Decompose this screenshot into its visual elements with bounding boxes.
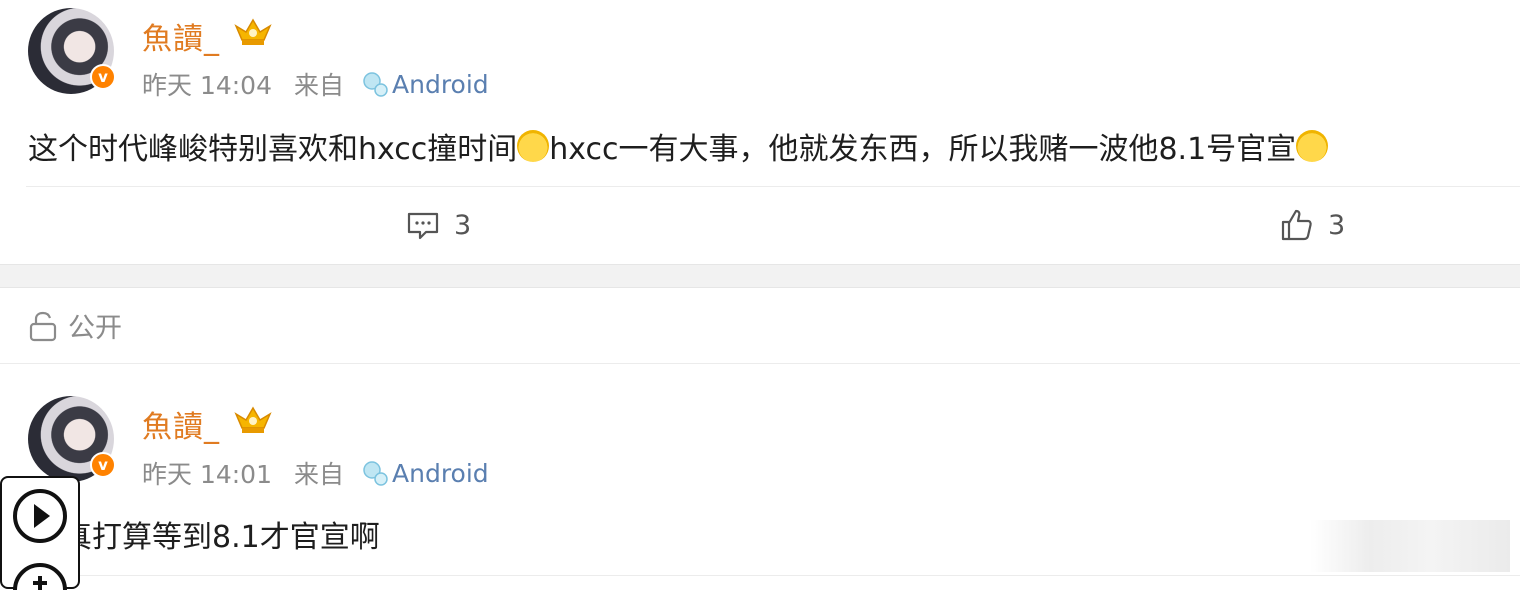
post-time: 昨天 14:01 (142, 460, 272, 489)
device-link[interactable]: Android (360, 458, 489, 488)
device-link[interactable]: Android (360, 69, 489, 99)
post-time: 昨天 14:04 (142, 71, 272, 100)
laughing-tears-emoji (517, 130, 550, 162)
device-name: Android (392, 69, 489, 99)
username[interactable]: 魚讀_ (142, 402, 220, 446)
floating-controls (0, 476, 80, 590)
privacy-indicator: 公开 (28, 306, 122, 345)
content-text: 真打算等到8.1才官宣啊 (62, 520, 380, 555)
verified-badge: v (90, 452, 116, 478)
divider (80, 575, 1520, 576)
post-2: v 魚讀_ 昨天 14:01 来自 Android 真打算等到8.1才官宣啊 (0, 364, 1520, 589)
post-content: 这个时代峰峻特别喜欢和hxcc撞时间 hxcc一有大事，他就发东西，所以我赌一波… (28, 124, 1329, 168)
content-text-1: 这个时代峰峻特别喜欢和hxcc撞时间 (28, 132, 518, 167)
like-icon (1281, 209, 1312, 241)
crown-icon (234, 406, 272, 433)
bubble-icon (363, 72, 388, 97)
device-name: Android (392, 458, 489, 488)
comment-count: 3 (454, 210, 472, 241)
verified-badge: v (90, 64, 116, 90)
source-prefix: 来自 (294, 460, 345, 489)
like-button[interactable]: 3 (1280, 208, 1345, 242)
play-icon[interactable] (10, 486, 70, 546)
post-meta: 昨天 14:01 来自 Android (142, 455, 489, 491)
blurred-area (1310, 520, 1510, 572)
divider (26, 186, 1520, 187)
content-text-2: hxcc一有大事，他就发东西，所以我赌一波他8.1号官宣 (549, 132, 1297, 167)
privacy-label: 公开 (68, 313, 122, 344)
comment-icon (407, 212, 439, 239)
crown-icon (234, 18, 272, 45)
like-count: 3 (1328, 209, 1346, 241)
avatar[interactable]: v (28, 396, 116, 482)
comment-button[interactable]: 3 (406, 210, 471, 241)
crying-emoji (1296, 130, 1329, 162)
username[interactable]: 魚讀_ (142, 14, 220, 58)
section-separator (0, 264, 1520, 288)
avatar[interactable]: v (28, 8, 116, 94)
post-content: 真打算等到8.1才官宣啊 (62, 512, 380, 556)
source-prefix: 来自 (294, 71, 345, 100)
post-1: v 魚讀_ 昨天 14:04 来自 Android 这个时代峰峻特别喜欢和hxc… (0, 0, 1520, 264)
bubble-icon (363, 461, 388, 486)
post-meta: 昨天 14:04 来自 Android (142, 66, 489, 102)
lock-icon (29, 311, 57, 341)
plus-icon[interactable] (10, 560, 70, 590)
